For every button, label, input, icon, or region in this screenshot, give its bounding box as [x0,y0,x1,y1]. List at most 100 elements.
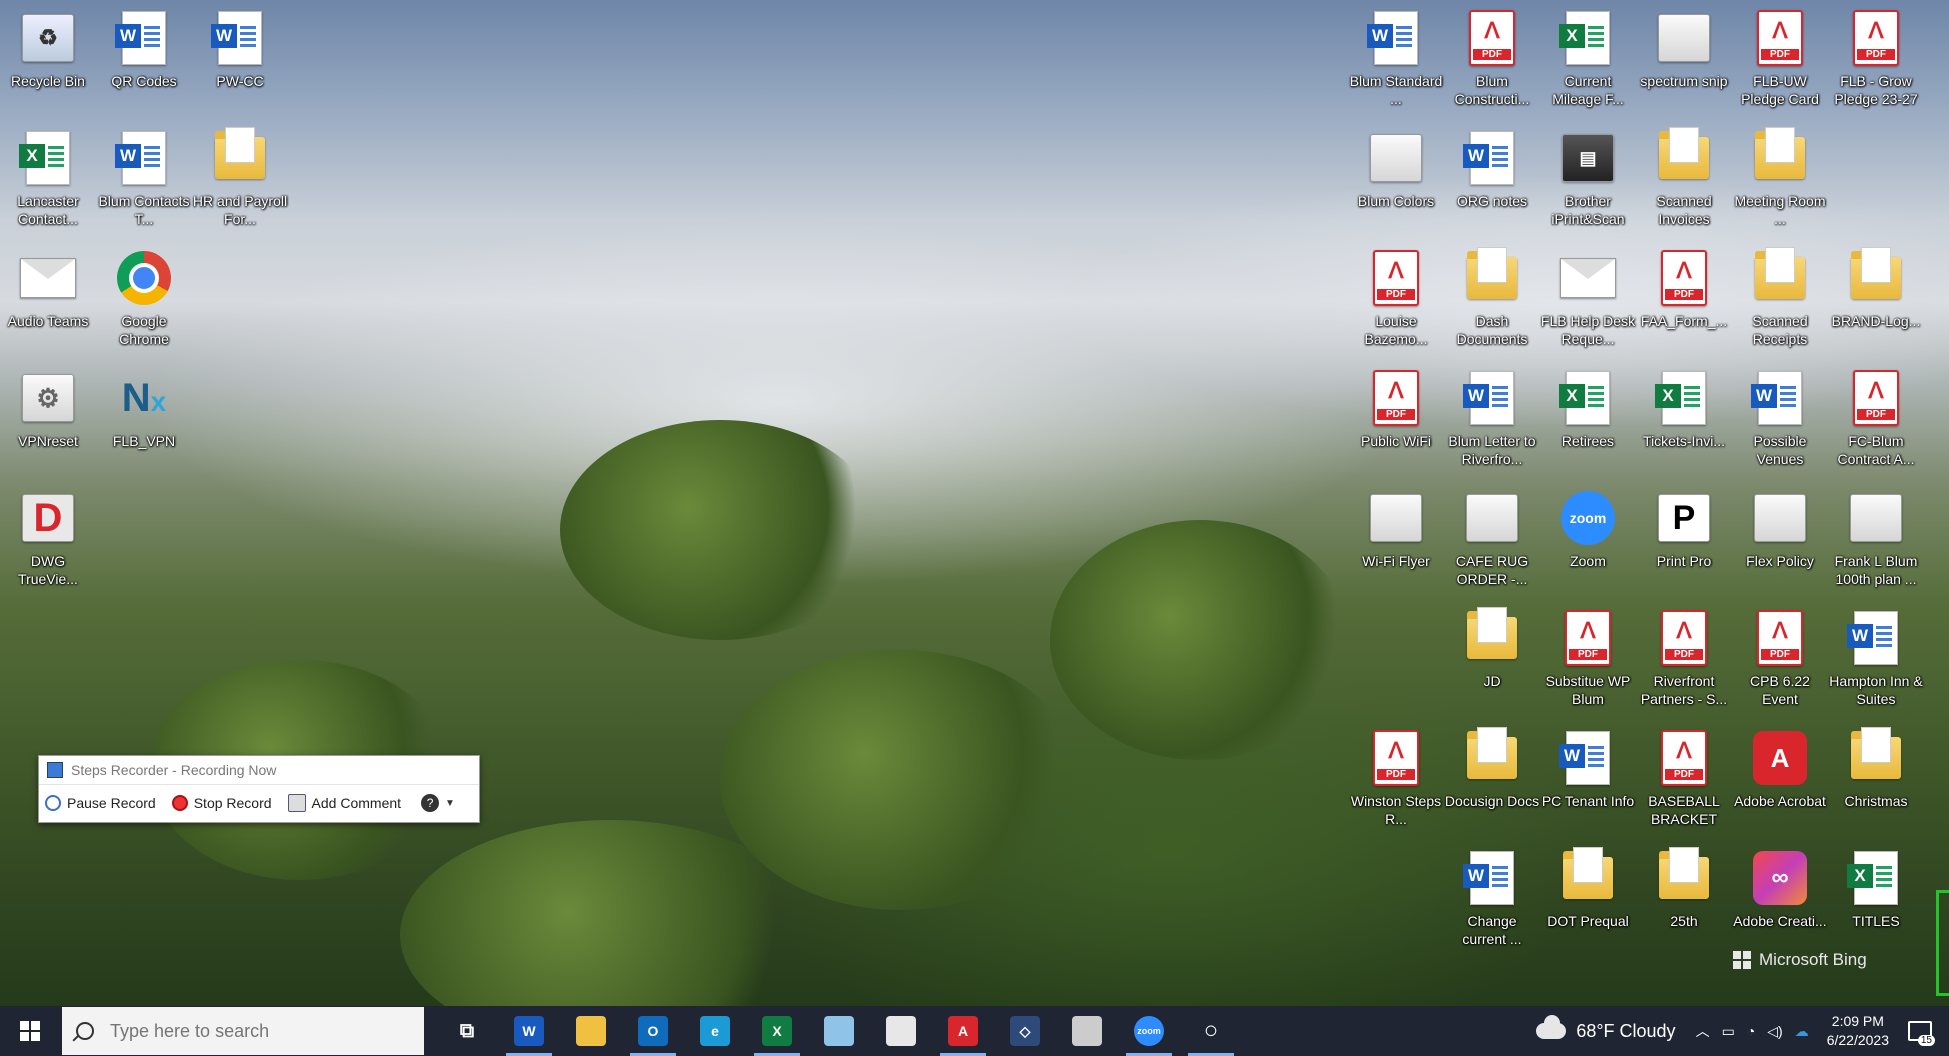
desktop-icon-wi-fi-flyer[interactable]: Wi-Fi Flyer [1350,484,1442,596]
desktop-icon-lancaster-contact[interactable]: X Lancaster Contact... [2,124,94,236]
battery-icon[interactable]: ▭ [1722,1023,1735,1040]
desktop-icon-audio-teams[interactable]: Audio Teams [2,244,94,356]
folder-icon [212,127,268,188]
desktop-icon-scanned-receipts[interactable]: Scanned Receipts [1734,244,1826,356]
desktop-icon-zoom[interactable]: zoom Zoom [1542,484,1634,596]
desktop-icon-adobe-acrobat[interactable]: A Adobe Acrobat [1734,724,1826,836]
pause-record-button[interactable]: Pause Record [45,795,156,811]
desktop-icon-flb-help-desk-reque[interactable]: FLB Help Desk Reque... [1541,244,1635,356]
desktop-icon-scanned-invoices[interactable]: Scanned Invoices [1638,124,1730,236]
desktop-icon-hr-and-payroll-for[interactable]: HR and Payroll For... [193,124,287,236]
desktop-icon-pw-cc[interactable]: W PW-CC [194,4,286,116]
desktop-icon-dash-documents[interactable]: Dash Documents [1446,244,1538,356]
notification-center-button[interactable]: 15 [1905,1016,1935,1046]
desktop-icon-qr-codes[interactable]: W QR Codes [98,4,190,116]
taskbar-pinned-apps: ⧉ W Oe X A ◇ zoom ○ [436,1006,1242,1056]
desktop-icon-baseball-bracket[interactable]: ᐱ PDF BASEBALL BRACKET [1638,724,1730,836]
taskbar-app-edge[interactable]: e [684,1006,746,1056]
taskbar-app-word[interactable]: W [498,1006,560,1056]
steps-recorder-window[interactable]: Steps Recorder - Recording Now Pause Rec… [38,755,480,823]
help-button[interactable]: ? [421,794,440,812]
desktop-icon-blum-contacts-t[interactable]: W Blum Contacts T... [98,124,190,236]
taskbar-app-task-view[interactable]: ⧉ [436,1006,498,1056]
weather-widget[interactable]: 68°F Cloudy [1536,1015,1676,1042]
stop-record-button[interactable]: Stop Record [171,795,272,811]
desktop-icon-public-wifi[interactable]: ᐱ PDF Public WiFi [1350,364,1442,476]
desktop-icon-org-notes[interactable]: W ORG notes [1446,124,1538,236]
search-input[interactable] [108,1019,412,1043]
desktop-icon-label: PW-CC [216,73,264,89]
desktop-icon-current-mileage-f[interactable]: X Current Mileage F... [1542,4,1634,116]
desktop-icon-blum-standard[interactable]: W Blum Standard ... [1350,4,1442,116]
steps-recorder-titlebar[interactable]: Steps Recorder - Recording Now [39,756,479,785]
volume-icon[interactable]: ◁) [1767,1023,1782,1040]
desktop-icon-recycle-bin[interactable]: ♻ Recycle Bin [2,4,94,116]
desktop-icon-label: FAA_Form_... [1640,313,1728,329]
desktop-icon-cafe-rug-order[interactable]: CAFE RUG ORDER -... [1446,484,1538,596]
desktop-icon-spectrum-snip[interactable]: spectrum snip [1638,4,1730,116]
desktop-icon-flb-vpn[interactable]: Nx FLB_VPN [98,364,190,476]
desktop-icon-jd[interactable]: JD [1446,604,1538,716]
desktop-icon-blum-letter-to-riverfro[interactable]: W Blum Letter to Riverfro... [1446,364,1538,476]
desktop-icon-winston-steps-r[interactable]: ᐱ PDF Winston Steps R... [1350,724,1442,836]
desktop-icon-change-current[interactable]: W Change current ... [1446,844,1538,956]
desktop-icon-meeting-room[interactable]: Meeting Room ... [1734,124,1826,236]
taskbar-app-acrobat[interactable]: A [932,1006,994,1056]
desktop-icon-titles[interactable]: X TITLES [1830,844,1922,956]
desktop-icon-docusign-docs[interactable]: Docusign Docs [1445,724,1539,836]
desktop-icon-retirees[interactable]: X Retirees [1542,364,1634,476]
desktop-icon-fc-blum-contract-a[interactable]: ᐱ PDF FC-Blum Contract A... [1830,364,1922,476]
taskbar-app-notepad[interactable] [808,1006,870,1056]
desktop-icon-cpb-6-22-event[interactable]: ᐱ PDF CPB 6.22 Event [1734,604,1826,716]
desktop-icon-possible-venues[interactable]: W Possible Venues [1734,364,1826,476]
generic-icon [1464,488,1520,548]
desktop-icon-dwg-truevie[interactable]: D DWG TrueVie... [2,484,94,596]
folder-icon [1848,727,1904,788]
start-button[interactable] [0,1006,60,1056]
chevron-up-icon[interactable]: ︿ [1696,1021,1710,1041]
desktop-icon-flb-grow-pledge-23-27[interactable]: ᐱ PDF FLB - Grow Pledge 23-27 [1830,4,1922,116]
taskbar-app-excel[interactable]: X [746,1006,808,1056]
desktop-icon-label: Blum Colors [1357,193,1435,209]
taskbar-app-zoom[interactable]: zoom [1118,1006,1180,1056]
desktop-icon-hampton-inn-suites[interactable]: W Hampton Inn & Suites [1829,604,1923,716]
onedrive-cloud-icon[interactable]: ☁ [1795,1023,1809,1040]
desktop-icon-adobe-creati[interactable]: ∞ Adobe Creati... [1733,844,1827,956]
taskbar-search-box[interactable] [62,1007,424,1055]
desktop-icon-print-pro[interactable]: P Print Pro [1638,484,1730,596]
help-dropdown-chevron-icon[interactable]: ▼ [445,798,455,809]
microsoft-logo-icon [1733,951,1751,969]
desktop-icon-frank-l-blum-100th-plan[interactable]: Frank L Blum 100th plan ... [1830,484,1922,596]
taskbar-app-steps-recorder[interactable]: ○ [1180,1006,1242,1056]
desktop-icon-christmas[interactable]: Christmas [1830,724,1922,836]
desktop-icon-riverfront-partners-s[interactable]: ᐱ PDF Riverfront Partners - S... [1638,604,1730,716]
desktop-icon-substitue-wp-blum[interactable]: ᐱ PDF Substitue WP Blum [1542,604,1634,716]
desktop-icon-tickets-invi[interactable]: X Tickets-Invi... [1638,364,1730,476]
desktop-icon-flb-uw-pledge-card[interactable]: ᐱ PDF FLB-UW Pledge Card [1734,4,1826,116]
desktop-icon-25th[interactable]: 25th [1638,844,1730,956]
desktop-icon-brand-log[interactable]: BRAND-Log... [1830,244,1922,356]
desktop-icon-google-chrome[interactable]: Google Chrome [98,244,190,356]
desktop-icon-blum-colors[interactable]: Blum Colors [1350,124,1442,236]
wifi-icon[interactable]: ◔ [1747,1023,1755,1039]
edge-handle[interactable] [1936,890,1949,996]
desktop-icon-brother-iprint-scan[interactable]: ▤ Brother iPrint&Scan [1542,124,1634,236]
desktop-icon-faa-form[interactable]: ᐱ PDF FAA_Form_... [1638,244,1730,356]
task-view-icon: ⧉ [459,1019,475,1042]
desktop-icon-louise-bazemo[interactable]: ᐱ PDF Louise Bazemo... [1350,244,1442,356]
taskbar-app-file-explorer[interactable] [560,1006,622,1056]
taskbar-app-snipping[interactable] [1056,1006,1118,1056]
taskbar-app-defender[interactable]: ◇ [994,1006,1056,1056]
desktop-icon-vpnreset[interactable]: ⚙ VPNreset [2,364,94,476]
desktop-icon-blum-constructi[interactable]: ᐱ PDF Blum Constructi... [1446,4,1538,116]
word-icon: W [514,1016,544,1046]
taskbar-app-paint[interactable] [870,1006,932,1056]
desktop-icon-flex-policy[interactable]: Flex Policy [1734,484,1826,596]
add-comment-button[interactable]: Add Comment [287,794,401,812]
desktop-icon-pc-tenant-info[interactable]: W PC Tenant Info [1542,724,1634,836]
taskbar-clock[interactable]: 2:09 PM 6/22/2023 [1827,1012,1889,1050]
desktop-icon-label: Blum Standard ... [1349,73,1443,107]
taskbar-app-outlook[interactable]: O [622,1006,684,1056]
desktop-icon-dot-prequal[interactable]: DOT Prequal [1542,844,1634,956]
desktop-icon-label: 25th [1670,913,1698,929]
